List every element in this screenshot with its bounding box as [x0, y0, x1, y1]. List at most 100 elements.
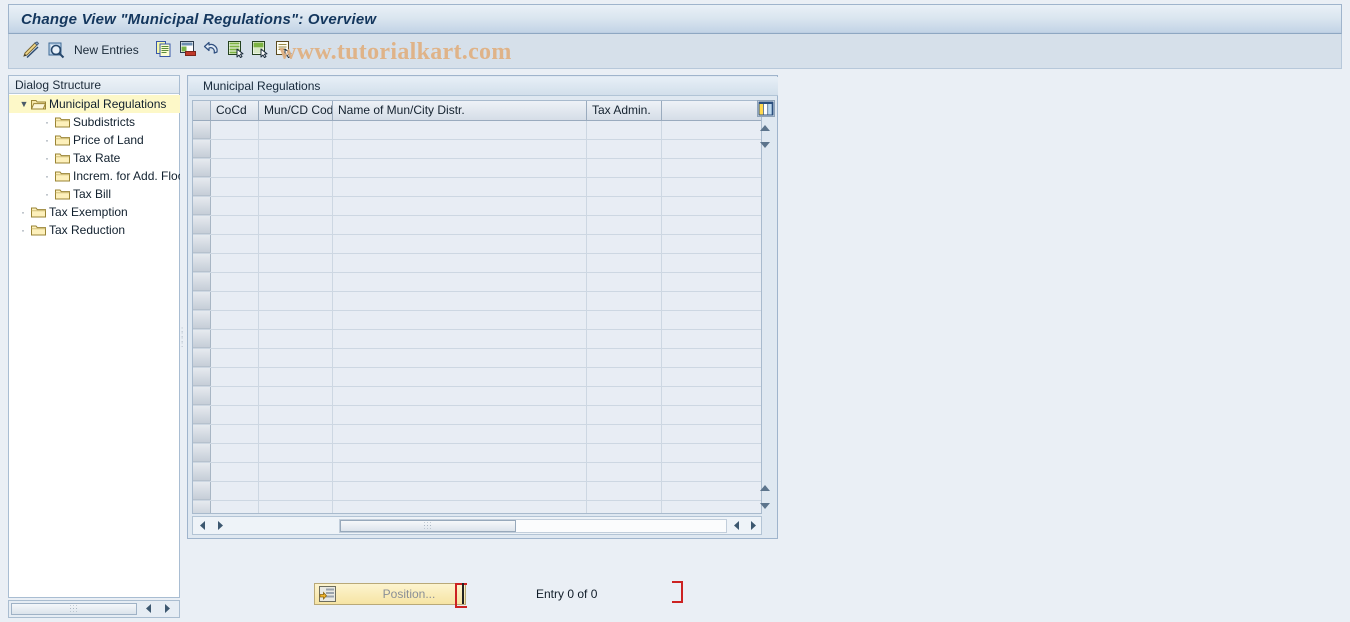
table-cell[interactable]	[211, 330, 259, 348]
grid-hscroll-track[interactable]: ::::::	[339, 519, 727, 533]
table-cell[interactable]	[211, 349, 259, 367]
table-cell[interactable]	[587, 273, 662, 291]
grid-horizontal-scrollbar[interactable]: ::::::	[192, 516, 762, 535]
table-row[interactable]	[193, 425, 761, 444]
grid-body[interactable]	[193, 121, 761, 514]
table-row[interactable]	[193, 482, 761, 501]
row-selector[interactable]	[193, 444, 211, 462]
scroll-up-icon[interactable]	[757, 122, 775, 136]
table-cell[interactable]	[587, 349, 662, 367]
tree-node-tax-reduction[interactable]: ·Tax Reduction	[9, 221, 181, 239]
tree-node-tax-exemption[interactable]: ·Tax Exemption	[9, 203, 181, 221]
table-cell[interactable]	[587, 330, 662, 348]
table-row[interactable]	[193, 349, 761, 368]
row-selector[interactable]	[193, 387, 211, 405]
table-cell[interactable]	[211, 311, 259, 329]
row-selector[interactable]	[193, 273, 211, 291]
column-header-tax-admin[interactable]: Tax Admin.	[587, 101, 662, 120]
table-cell[interactable]	[259, 463, 333, 481]
table-cell[interactable]	[333, 311, 587, 329]
table-cell[interactable]	[333, 121, 587, 139]
table-cell[interactable]	[259, 254, 333, 272]
table-cell[interactable]	[333, 501, 587, 514]
table-row[interactable]	[193, 330, 761, 349]
table-cell[interactable]	[333, 273, 587, 291]
tree-node-subdistricts[interactable]: ·Subdistricts	[9, 113, 181, 131]
scroll-down-icon[interactable]	[757, 139, 775, 153]
table-cell[interactable]	[587, 292, 662, 310]
table-cell[interactable]	[211, 273, 259, 291]
column-header-cocd[interactable]: CoCd	[211, 101, 259, 120]
table-cell[interactable]	[333, 368, 587, 386]
table-cell[interactable]	[259, 330, 333, 348]
table-row[interactable]	[193, 463, 761, 482]
table-cell[interactable]	[259, 368, 333, 386]
table-cell[interactable]	[587, 406, 662, 424]
scroll-up-icon-bottom[interactable]	[757, 482, 775, 496]
row-selector[interactable]	[193, 216, 211, 234]
check-entries-icon[interactable]	[46, 40, 66, 62]
table-cell[interactable]	[587, 178, 662, 196]
grid-hscroll-left-arrow[interactable]	[196, 519, 211, 533]
column-header-name-of-mun-city-distr[interactable]: Name of Mun/City Distr.	[333, 101, 587, 120]
table-row[interactable]	[193, 273, 761, 292]
table-cell[interactable]	[587, 425, 662, 443]
table-cell[interactable]	[211, 197, 259, 215]
table-cell[interactable]	[211, 463, 259, 481]
table-cell[interactable]	[259, 292, 333, 310]
undo-icon[interactable]	[203, 40, 221, 62]
table-row[interactable]	[193, 121, 761, 140]
table-cell[interactable]	[587, 501, 662, 514]
table-cell[interactable]	[587, 235, 662, 253]
table-cell[interactable]	[259, 406, 333, 424]
table-cell[interactable]	[333, 140, 587, 158]
table-cell[interactable]	[587, 254, 662, 272]
row-selector[interactable]	[193, 330, 211, 348]
scroll-down-icon-bottom[interactable]	[757, 500, 775, 514]
table-row[interactable]	[193, 387, 761, 406]
table-cell[interactable]	[211, 292, 259, 310]
table-cell[interactable]	[587, 311, 662, 329]
delete-icon[interactable]	[179, 40, 197, 62]
panel-splitter[interactable]: ::::	[180, 75, 186, 598]
new-entries-button[interactable]: New Entries	[74, 43, 139, 57]
table-cell[interactable]	[259, 273, 333, 291]
grid-hscroll-thumb[interactable]: ::::::	[340, 520, 516, 532]
row-selector[interactable]	[193, 501, 211, 514]
table-cell[interactable]	[333, 444, 587, 462]
row-selector[interactable]	[193, 368, 211, 386]
row-selector[interactable]	[193, 197, 211, 215]
table-row[interactable]	[193, 311, 761, 330]
row-selector[interactable]	[193, 482, 211, 500]
table-row[interactable]	[193, 197, 761, 216]
row-selector[interactable]	[193, 292, 211, 310]
table-cell[interactable]	[333, 330, 587, 348]
grid-header-row[interactable]: CoCdMun/CD CodName of Mun/City Distr.Tax…	[193, 101, 761, 121]
table-cell[interactable]	[333, 463, 587, 481]
table-cell[interactable]	[259, 425, 333, 443]
table-cell[interactable]	[259, 501, 333, 514]
table-cell[interactable]	[333, 349, 587, 367]
table-cell[interactable]	[333, 235, 587, 253]
row-selector[interactable]	[193, 121, 211, 139]
table-cell[interactable]	[333, 197, 587, 215]
table-cell[interactable]	[211, 140, 259, 158]
grid-hscroll-left-arrow-2[interactable]	[730, 519, 745, 533]
table-cell[interactable]	[333, 254, 587, 272]
table-cell[interactable]	[211, 501, 259, 514]
table-cell[interactable]	[211, 235, 259, 253]
column-header-mun-cd-cod[interactable]: Mun/CD Cod	[259, 101, 333, 120]
table-cell[interactable]	[259, 178, 333, 196]
table-cell[interactable]	[333, 216, 587, 234]
table-row[interactable]	[193, 235, 761, 254]
select-all-icon[interactable]	[227, 40, 245, 62]
table-cell[interactable]	[333, 387, 587, 405]
table-row[interactable]	[193, 140, 761, 159]
table-cell[interactable]	[259, 349, 333, 367]
table-cell[interactable]	[259, 387, 333, 405]
table-row[interactable]	[193, 216, 761, 235]
table-cell[interactable]	[259, 444, 333, 462]
table-row[interactable]	[193, 159, 761, 178]
display-change-icon[interactable]	[21, 40, 41, 62]
sidebar-scroll-thumb[interactable]: ::::::	[11, 603, 137, 615]
